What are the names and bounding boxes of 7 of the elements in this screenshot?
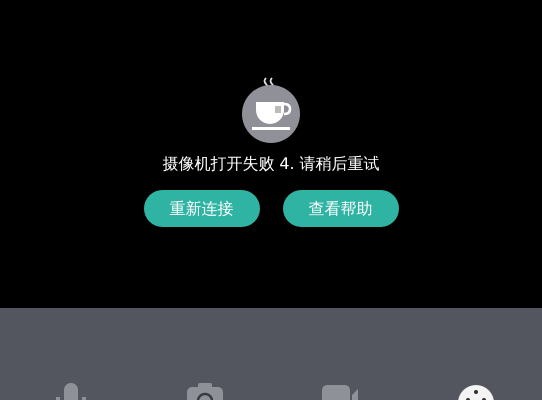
microphone-icon[interactable]: [53, 383, 89, 400]
video-camera-icon[interactable]: [322, 383, 358, 400]
camera-icon[interactable]: [187, 383, 223, 400]
action-button[interactable]: 查看帮助: [282, 190, 398, 227]
error-message: 摄像机打开失败 4. 请稍后重试: [162, 153, 380, 175]
teacup-icon: [242, 76, 300, 144]
action-button[interactable]: 重新连接: [144, 190, 260, 227]
